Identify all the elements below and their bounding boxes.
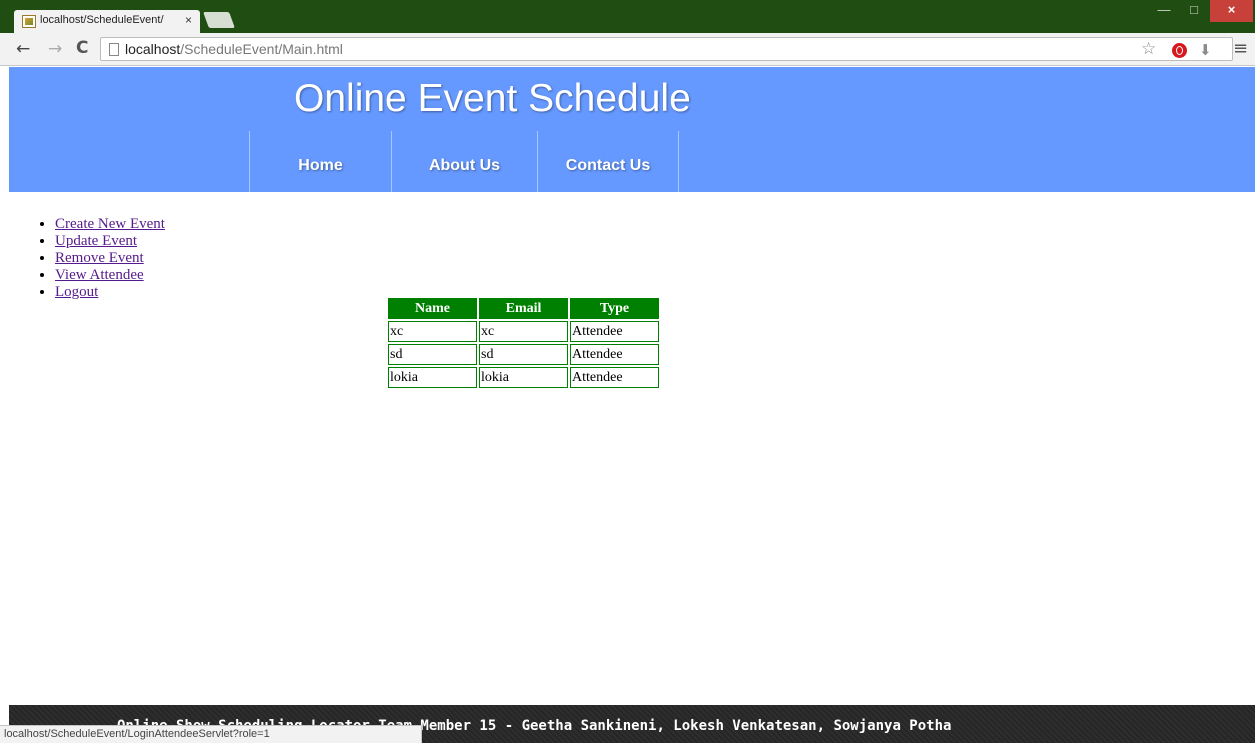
cell-name: sd: [388, 344, 477, 365]
maximize-icon[interactable]: □: [1180, 0, 1208, 22]
browser-titlebar: localhost/ScheduleEvent/ × — □ ×: [0, 0, 1255, 34]
list-item: Logout: [55, 284, 165, 301]
minimize-icon[interactable]: —: [1150, 0, 1178, 22]
list-item: Update Event: [55, 233, 165, 250]
site-nav: Home About Us Contact Us: [249, 131, 679, 192]
site-title: Online Event Schedule: [294, 77, 691, 120]
nav-contact-us[interactable]: Contact Us: [537, 131, 679, 192]
logout-link[interactable]: Logout: [55, 284, 98, 300]
page-icon: [109, 43, 119, 56]
table-row: xc xc Attendee: [388, 321, 659, 342]
status-bar-url: localhost/ScheduleEvent/LoginAttendeeSer…: [0, 725, 422, 743]
address-bar-input[interactable]: localhost/ScheduleEvent/Main.html: [100, 37, 1233, 61]
site-favicon-icon: [22, 15, 36, 28]
table-row: lokia lokia Attendee: [388, 367, 659, 388]
list-item: Remove Event: [55, 250, 165, 267]
back-arrow-icon[interactable]: ←: [16, 39, 30, 59]
window-close-icon[interactable]: ×: [1210, 0, 1253, 22]
bookmark-star-icon[interactable]: ☆: [1141, 39, 1156, 59]
cell-name: lokia: [388, 367, 477, 388]
cell-name: xc: [388, 321, 477, 342]
cell-type: Attendee: [570, 321, 659, 342]
view-attendee-link[interactable]: View Attendee: [55, 267, 144, 283]
tab-title: localhost/ScheduleEvent/: [40, 14, 164, 26]
browser-tab[interactable]: localhost/ScheduleEvent/ ×: [14, 10, 200, 34]
cell-email: sd: [479, 344, 568, 365]
cell-email: xc: [479, 321, 568, 342]
browser-menu-icon[interactable]: ≡: [1233, 38, 1248, 59]
cell-type: Attendee: [570, 367, 659, 388]
reload-icon[interactable]: C: [76, 38, 88, 58]
new-tab-button[interactable]: [203, 12, 235, 28]
column-header-name: Name: [388, 298, 477, 319]
side-menu: Create New Event Update Event Remove Eve…: [36, 216, 165, 301]
nav-about-us[interactable]: About Us: [391, 131, 537, 192]
cell-email: lokia: [479, 367, 568, 388]
tab-close-icon[interactable]: ×: [185, 13, 192, 27]
cell-type: Attendee: [570, 344, 659, 365]
url-host: localhost: [125, 41, 181, 57]
update-event-link[interactable]: Update Event: [55, 233, 137, 249]
url-path: /ScheduleEvent/Main.html: [180, 41, 343, 57]
forward-arrow-icon[interactable]: →: [48, 39, 62, 59]
attendee-table: Name Email Type xc xc Attendee sd sd Att…: [386, 296, 661, 390]
table-row: sd sd Attendee: [388, 344, 659, 365]
list-item: View Attendee: [55, 267, 165, 284]
download-extension-icon[interactable]: ⬇: [1199, 41, 1212, 59]
column-header-type: Type: [570, 298, 659, 319]
list-item: Create New Event: [55, 216, 165, 233]
column-header-email: Email: [479, 298, 568, 319]
remove-event-link[interactable]: Remove Event: [55, 250, 144, 266]
browser-toolbar: ← → C localhost/ScheduleEvent/Main.html …: [0, 33, 1255, 66]
nav-home[interactable]: Home: [249, 131, 391, 192]
create-new-event-link[interactable]: Create New Event: [55, 216, 165, 232]
site-header: Online Event Schedule Home About Us Cont…: [9, 67, 1255, 192]
table-header-row: Name Email Type: [388, 298, 659, 319]
opera-extension-icon[interactable]: [1172, 43, 1187, 58]
